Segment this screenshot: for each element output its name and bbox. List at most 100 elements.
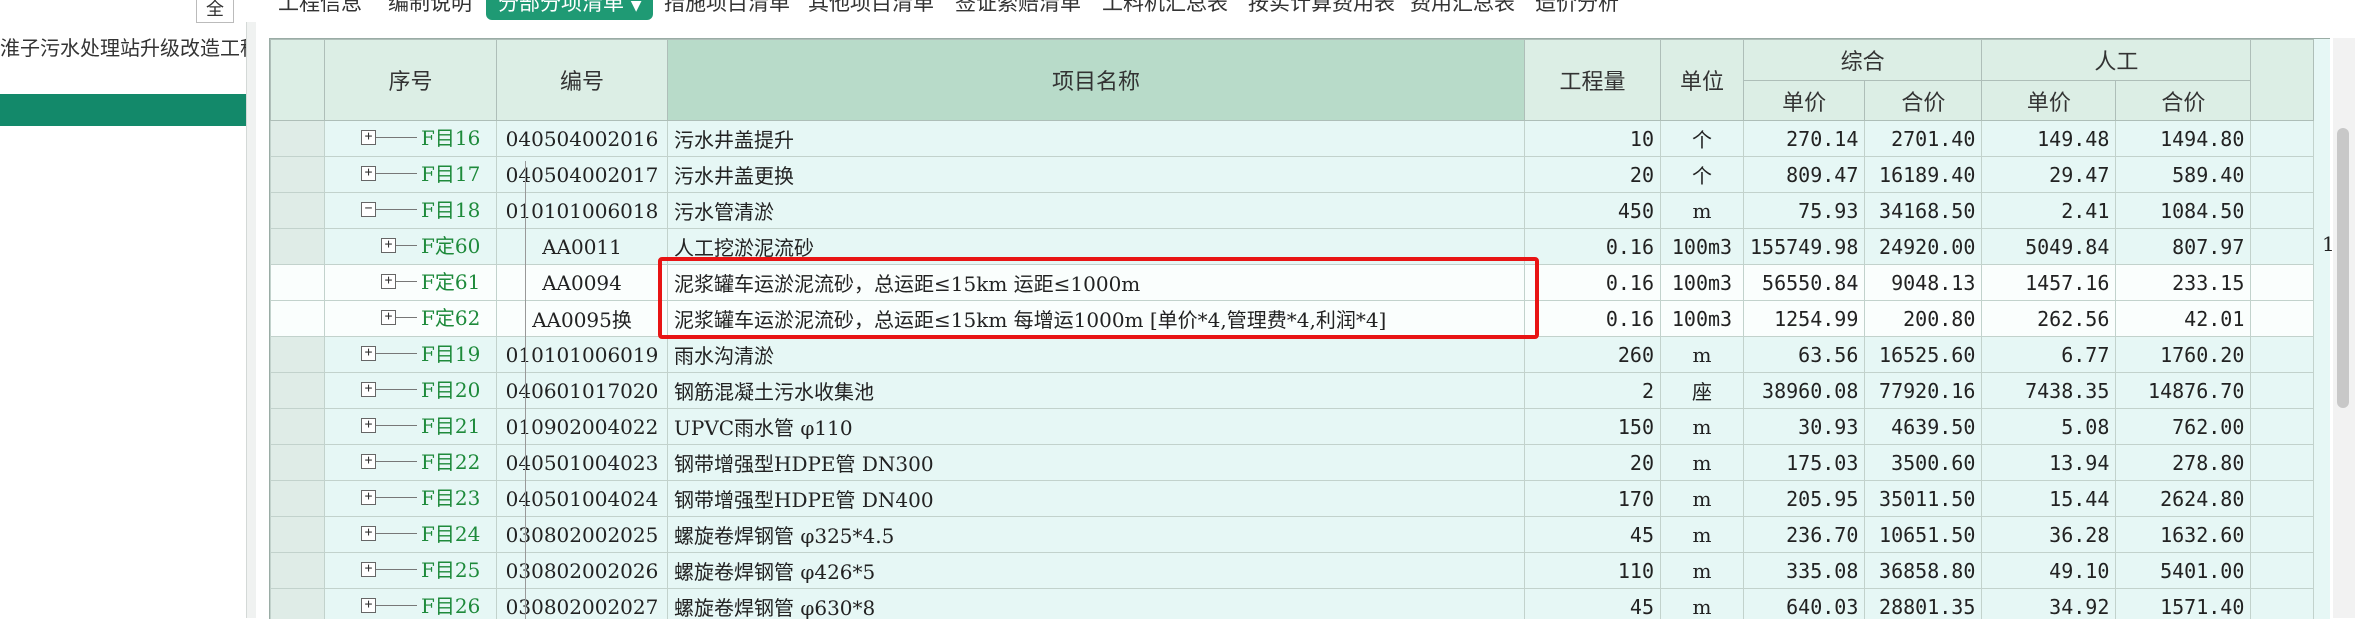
quantity-cell[interactable]: 45 — [1525, 517, 1661, 553]
table-row[interactable]: +F目24030802002025螺旋卷焊钢管 φ325*4.545m236.7… — [271, 517, 2314, 553]
unit-cell[interactable]: m — [1661, 517, 1744, 553]
item-name-cell[interactable]: 钢筋混凝土污水收集池 — [668, 373, 1525, 409]
unit-cell[interactable]: m — [1661, 409, 1744, 445]
composite-unit-price-cell[interactable]: 270.14 — [1744, 121, 1865, 157]
tab-measures[interactable]: 措施项目清单 — [664, 0, 790, 18]
overflow-cell[interactable] — [2251, 409, 2314, 445]
code-cell[interactable]: 030802002027 — [497, 589, 668, 619]
panel-splitter[interactable] — [246, 22, 256, 618]
overflow-cell[interactable] — [2251, 589, 2314, 619]
code-cell[interactable]: 030802002026 — [497, 553, 668, 589]
expand-all-button[interactable]: 全 — [196, 0, 234, 23]
tab-claims[interactable]: 签证索赔清单 — [955, 0, 1081, 18]
item-name-cell[interactable]: 污水井盖提升 — [668, 121, 1525, 157]
composite-total-cell[interactable]: 36858.80 — [1865, 553, 1982, 589]
col-header-composite-total[interactable]: 合价 — [1865, 81, 1982, 121]
col-header-seq[interactable]: 序号 — [325, 40, 497, 121]
overflow-cell[interactable] — [2251, 229, 2314, 265]
expand-icon[interactable]: + — [381, 238, 396, 253]
labor-total-cell[interactable]: 807.97 — [2116, 229, 2251, 265]
item-name-cell[interactable]: 污水井盖更换 — [668, 157, 1525, 193]
labor-total-cell[interactable]: 14876.70 — [2116, 373, 2251, 409]
labor-unit-price-cell[interactable]: 262.56 — [1982, 301, 2116, 337]
labor-total-cell[interactable]: 42.01 — [2116, 301, 2251, 337]
selected-tree-item[interactable] — [0, 94, 246, 126]
unit-cell[interactable]: m — [1661, 337, 1744, 373]
composite-total-cell[interactable]: 35011.50 — [1865, 481, 1982, 517]
expand-icon[interactable]: + — [361, 166, 376, 181]
col-header-qty[interactable]: 工程量 — [1525, 40, 1661, 121]
labor-unit-price-cell[interactable]: 15.44 — [1982, 481, 2116, 517]
project-name[interactable]: 淮子污水处理站升级改造工程 — [0, 32, 255, 61]
table-row[interactable]: +F目22040501004023钢带增强型HDPE管 DN30020m175.… — [271, 445, 2314, 481]
table-row[interactable]: −F目18010101006018污水管清淤450m75.9334168.502… — [271, 193, 2314, 229]
labor-unit-price-cell[interactable]: 6.77 — [1982, 337, 2116, 373]
table-row[interactable]: +F目16040504002016污水井盖提升10个270.142701.401… — [271, 121, 2314, 157]
overflow-cell[interactable] — [2251, 265, 2314, 301]
col-header-labor-total[interactable]: 合价 — [2116, 81, 2251, 121]
tab-project-info[interactable]: 工程信息 — [278, 0, 362, 18]
item-name-cell[interactable]: 钢带增强型HDPE管 DN400 — [668, 481, 1525, 517]
seq-cell[interactable]: +F目16 — [325, 121, 497, 157]
composite-unit-price-cell[interactable]: 63.56 — [1744, 337, 1865, 373]
row-header[interactable] — [271, 517, 325, 553]
seq-cell[interactable]: +F定60 — [325, 229, 497, 265]
expand-icon[interactable]: + — [361, 454, 376, 469]
overflow-cell[interactable] — [2251, 445, 2314, 481]
composite-unit-price-cell[interactable]: 175.03 — [1744, 445, 1865, 481]
composite-total-cell[interactable]: 4639.50 — [1865, 409, 1982, 445]
item-name-cell[interactable]: 钢带增强型HDPE管 DN300 — [668, 445, 1525, 481]
col-header-labor-unit-price[interactable]: 单价 — [1982, 81, 2116, 121]
labor-total-cell[interactable]: 762.00 — [2116, 409, 2251, 445]
code-cell[interactable]: 040501004024 — [497, 481, 668, 517]
code-cell[interactable]: 010101006019 — [497, 337, 668, 373]
labor-total-cell[interactable]: 2624.80 — [2116, 481, 2251, 517]
labor-total-cell[interactable]: 1571.40 — [2116, 589, 2251, 619]
code-cell[interactable]: AA0094 — [497, 265, 668, 301]
item-name-cell[interactable]: 螺旋卷焊钢管 φ630*8 — [668, 589, 1525, 619]
code-cell[interactable]: 030802002025 — [497, 517, 668, 553]
quantity-cell[interactable]: 20 — [1525, 157, 1661, 193]
overflow-cell[interactable] — [2251, 301, 2314, 337]
seq-cell[interactable]: +F目21 — [325, 409, 497, 445]
quantity-cell[interactable]: 0.16 — [1525, 265, 1661, 301]
quantity-cell[interactable]: 45 — [1525, 589, 1661, 619]
composite-total-cell[interactable]: 200.80 — [1865, 301, 1982, 337]
labor-unit-price-cell[interactable]: 1457.16 — [1982, 265, 2116, 301]
row-header[interactable] — [271, 121, 325, 157]
table-row[interactable]: +F定61AA0094泥浆罐车运淤泥流砂，总运距≤15km 运距≤1000m0.… — [271, 265, 2314, 301]
labor-unit-price-cell[interactable]: 149.48 — [1982, 121, 2116, 157]
composite-total-cell[interactable]: 2701.40 — [1865, 121, 1982, 157]
composite-unit-price-cell[interactable]: 205.95 — [1744, 481, 1865, 517]
col-header-labor[interactable]: 人工 — [1982, 40, 2251, 81]
row-header[interactable] — [271, 409, 325, 445]
row-header[interactable] — [271, 337, 325, 373]
table-row[interactable]: +F定62AA0095换泥浆罐车运淤泥流砂，总运距≤15km 每增运1000m … — [271, 301, 2314, 337]
seq-cell[interactable]: +F定61 — [325, 265, 497, 301]
seq-cell[interactable]: +F目26 — [325, 589, 497, 619]
unit-cell[interactable]: 100m3 — [1661, 265, 1744, 301]
labor-total-cell[interactable]: 5401.00 — [2116, 553, 2251, 589]
composite-unit-price-cell[interactable]: 30.93 — [1744, 409, 1865, 445]
labor-total-cell[interactable]: 278.80 — [2116, 445, 2251, 481]
col-header-unit[interactable]: 单位 — [1661, 40, 1744, 121]
unit-cell[interactable]: m — [1661, 481, 1744, 517]
labor-total-cell[interactable]: 1494.80 — [2116, 121, 2251, 157]
quantity-cell[interactable]: 0.16 — [1525, 229, 1661, 265]
code-cell[interactable]: 040504002016 — [497, 121, 668, 157]
overflow-cell[interactable] — [2251, 193, 2314, 229]
composite-unit-price-cell[interactable]: 640.03 — [1744, 589, 1865, 619]
row-header[interactable] — [271, 373, 325, 409]
seq-cell[interactable]: −F目18 — [325, 193, 497, 229]
overflow-cell[interactable] — [2251, 517, 2314, 553]
quantity-cell[interactable]: 150 — [1525, 409, 1661, 445]
labor-unit-price-cell[interactable]: 5.08 — [1982, 409, 2116, 445]
tab-material-summary[interactable]: 工料机汇总表 — [1102, 0, 1228, 18]
composite-total-cell[interactable]: 24920.00 — [1865, 229, 1982, 265]
composite-unit-price-cell[interactable]: 75.93 — [1744, 193, 1865, 229]
composite-total-cell[interactable]: 16525.60 — [1865, 337, 1982, 373]
table-row[interactable]: +F目17040504002017污水井盖更换20个809.4716189.40… — [271, 157, 2314, 193]
seq-cell[interactable]: +F目23 — [325, 481, 497, 517]
overflow-cell[interactable] — [2251, 553, 2314, 589]
col-header-code[interactable]: 编号 — [497, 40, 668, 121]
